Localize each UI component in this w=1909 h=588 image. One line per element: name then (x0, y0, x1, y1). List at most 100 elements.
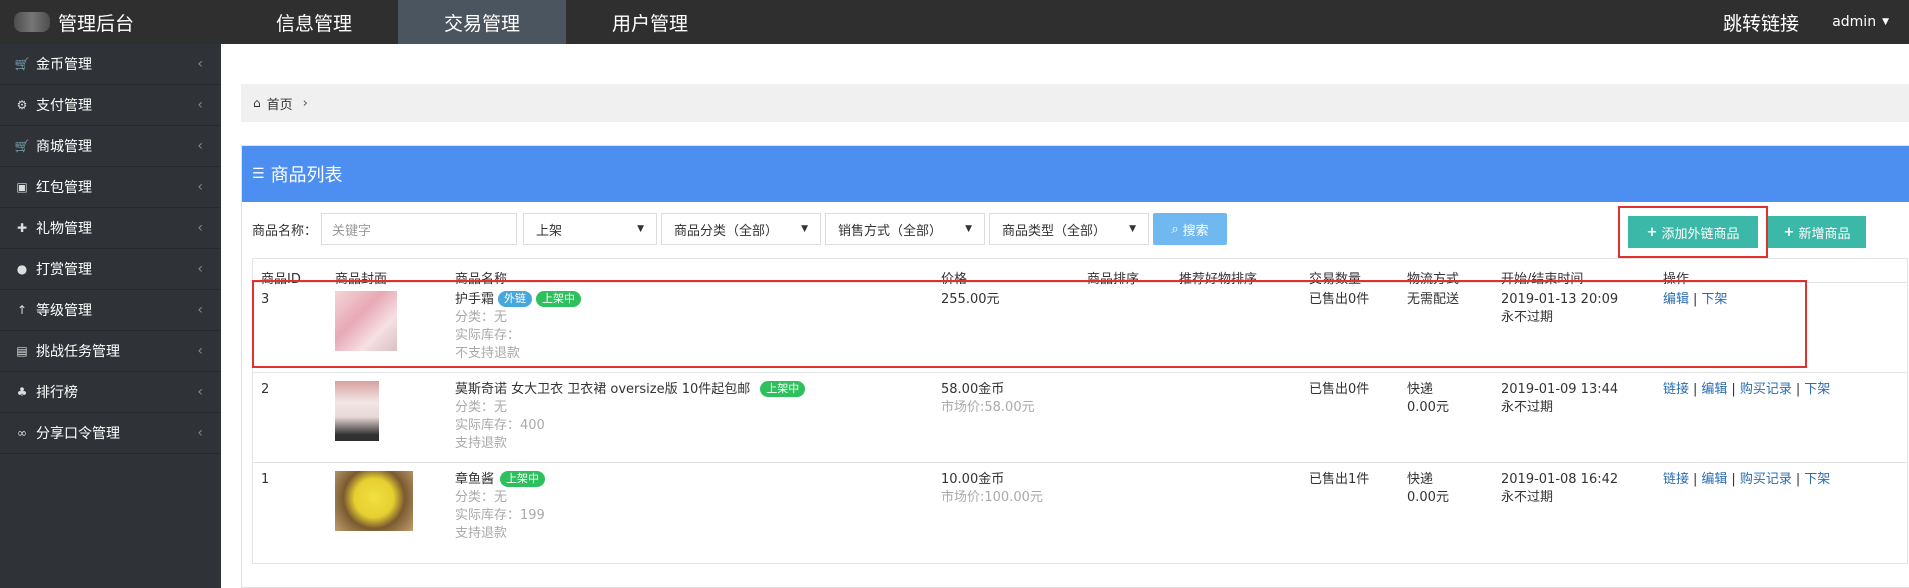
chevron-left-icon: ‹ (197, 384, 203, 400)
top-nav-tabs: 信息管理 交易管理 用户管理 (230, 0, 734, 44)
purchase-records-link[interactable]: 购买记录 (1740, 382, 1792, 397)
product-cover-image[interactable] (335, 471, 413, 531)
chevron-left-icon: ‹ (197, 261, 203, 277)
edit-link[interactable]: 编辑 (1701, 382, 1727, 397)
chevron-right-icon: › (302, 95, 308, 111)
end-time: 永不过期 (1501, 310, 1554, 325)
delist-link[interactable]: 下架 (1804, 382, 1830, 397)
caret-down-icon: ▼ (1882, 17, 1889, 27)
add-product-label: 新增商品 (1798, 226, 1851, 242)
delist-link[interactable]: 下架 (1701, 292, 1727, 307)
sidebar-item-label: 分享口令管理 (36, 426, 120, 442)
sidebar-item-label: 金币管理 (36, 57, 92, 73)
product-name: 护手霜 (455, 292, 495, 307)
type-select[interactable]: 商品类型（全部） ▼ (989, 213, 1150, 245)
logistics-fee: 0.00元 (1407, 490, 1449, 505)
chevron-left-icon: ‹ (197, 302, 203, 318)
sidebar-item-coin[interactable]: 🛒 金币管理 ‹ (0, 44, 221, 85)
separator: | (1693, 382, 1698, 397)
start-time: 2019-01-13 20:09 (1501, 292, 1619, 307)
product-cover-image[interactable] (335, 291, 397, 351)
sidebar-item-reward[interactable]: ● 打赏管理 ‹ (0, 249, 221, 290)
sidebar-item-level[interactable]: ↑ 等级管理 ‹ (0, 290, 221, 331)
list-alt-icon: ▤ (16, 344, 28, 358)
tab-info-management[interactable]: 信息管理 (230, 0, 398, 44)
breadcrumb: ⌂ 首页 › (241, 84, 1909, 122)
product-price: 58.00金币 (941, 382, 1005, 397)
sidebar-item-label: 红包管理 (36, 180, 92, 196)
plus-icon: + (1783, 224, 1795, 240)
trade-count: 已售出1件 (1309, 472, 1370, 487)
sidebar-item-ranking[interactable]: ♣ 排行榜 ‹ (0, 372, 221, 413)
actions-cell: 链接 | 编辑 | 购买记录 | 下架 (1663, 471, 1830, 489)
end-time: 永不过期 (1501, 400, 1554, 415)
category-select[interactable]: 商品分类（全部） ▼ (661, 213, 822, 245)
level-up-icon: ↑ (16, 303, 28, 317)
separator: | (1795, 382, 1801, 397)
product-category: 分类：无 (455, 310, 508, 325)
sale-method-select[interactable]: 销售方式（全部） ▼ (825, 213, 986, 245)
edit-link[interactable]: 编辑 (1663, 292, 1689, 307)
sidebar-item-label: 礼物管理 (36, 221, 92, 237)
product-name-cell: 莫斯奇诺 女大卫衣 卫衣裙 oversize版 10件起包邮 上架中 分类：无 实… (455, 381, 806, 453)
tab-user-management[interactable]: 用户管理 (566, 0, 734, 44)
list-icon: ☰ (252, 166, 265, 182)
chevron-left-icon: ‹ (197, 425, 203, 441)
cart-icon: 🛒 (14, 139, 30, 153)
caret-down-icon: ▼ (637, 224, 645, 234)
sidebar-item-share-code[interactable]: ∞ 分享口令管理 ‹ (0, 413, 221, 454)
sidebar-item-label: 商城管理 (36, 139, 92, 155)
add-external-product-label: 添加外链商品 (1661, 226, 1740, 242)
chevron-left-icon: ‹ (197, 97, 203, 113)
brand-title: 管理后台 (58, 12, 135, 35)
product-price: 10.00金币 (941, 472, 1005, 487)
product-price: 255.00元 (941, 292, 1000, 307)
product-category: 分类：无 (455, 400, 508, 415)
chevron-left-icon: ‹ (197, 220, 203, 236)
brand[interactable]: 管理后台 (0, 0, 220, 44)
jump-link[interactable]: 跳转链接 (1723, 0, 1799, 44)
product-id: 2 (261, 382, 270, 397)
user-menu[interactable]: admin ▼ (1832, 0, 1889, 44)
time-cell: 2019-01-09 13:44 永不过期 (1501, 381, 1618, 417)
status-select[interactable]: 上架 ▼ (523, 213, 658, 245)
product-id: 3 (261, 292, 270, 307)
add-external-product-button[interactable]: + 添加外链商品 (1628, 216, 1758, 248)
delist-link[interactable]: 下架 (1804, 472, 1830, 487)
sidebar-item-mall[interactable]: 🛒 商城管理 ‹ (0, 126, 221, 167)
sidebar-item-label: 支付管理 (36, 98, 92, 114)
separator: | (1731, 382, 1736, 397)
sidebar-item-label: 挑战任务管理 (36, 344, 120, 360)
sidebar-item-gift[interactable]: ✚ 礼物管理 ‹ (0, 208, 221, 249)
link-link[interactable]: 链接 (1663, 382, 1689, 397)
product-cover-image[interactable] (335, 381, 379, 441)
sidebar-item-redpacket[interactable]: ▣ 红包管理 ‹ (0, 167, 221, 208)
logistics-fee: 0.00元 (1407, 400, 1449, 415)
chevron-left-icon: ‹ (197, 179, 203, 195)
search-button[interactable]: ⌕ 搜索 (1153, 213, 1228, 245)
edit-link[interactable]: 编辑 (1701, 472, 1727, 487)
keyword-input[interactable]: 关键字 (321, 213, 518, 245)
product-list-panel: ☰ 商品列表 商品名称： 关键字 上架 ▼ 商品分类（全部） ▼ 销售方式（全部… (241, 145, 1909, 588)
link-link[interactable]: 链接 (1663, 472, 1689, 487)
purchase-records-link[interactable]: 购买记录 (1740, 472, 1792, 487)
chevron-left-icon: ‹ (197, 56, 203, 72)
cart-icon: 🛒 (14, 57, 30, 71)
separator: | (1795, 472, 1801, 487)
tab-trade-management[interactable]: 交易管理 (398, 0, 567, 44)
gears-icon: ⚙ (16, 98, 28, 112)
market-price: 市场价:100.00元 (941, 490, 1043, 505)
status-badge: 上架中 (536, 291, 582, 307)
table-header: 商品ID 商品封面 商品名称 价格 商品排序 推荐好物排序 交易数量 物流方式 … (253, 259, 1907, 287)
sidebar-item-payment[interactable]: ⚙ 支付管理 ‹ (0, 85, 221, 126)
search-button-label: 搜索 (1182, 223, 1209, 239)
sidebar-item-challenge[interactable]: ▤ 挑战任务管理 ‹ (0, 331, 221, 372)
sale-method-select-value: 销售方式（全部） (838, 223, 943, 239)
breadcrumb-home[interactable]: 首页 (267, 94, 293, 113)
trade-count: 已售出0件 (1309, 292, 1370, 307)
type-select-value: 商品类型（全部） (1002, 223, 1107, 239)
product-id: 1 (261, 472, 270, 487)
add-product-button[interactable]: + 新增商品 (1768, 216, 1866, 248)
logistics: 无需配送 (1407, 292, 1460, 307)
caret-down-icon: ▼ (1129, 224, 1137, 234)
